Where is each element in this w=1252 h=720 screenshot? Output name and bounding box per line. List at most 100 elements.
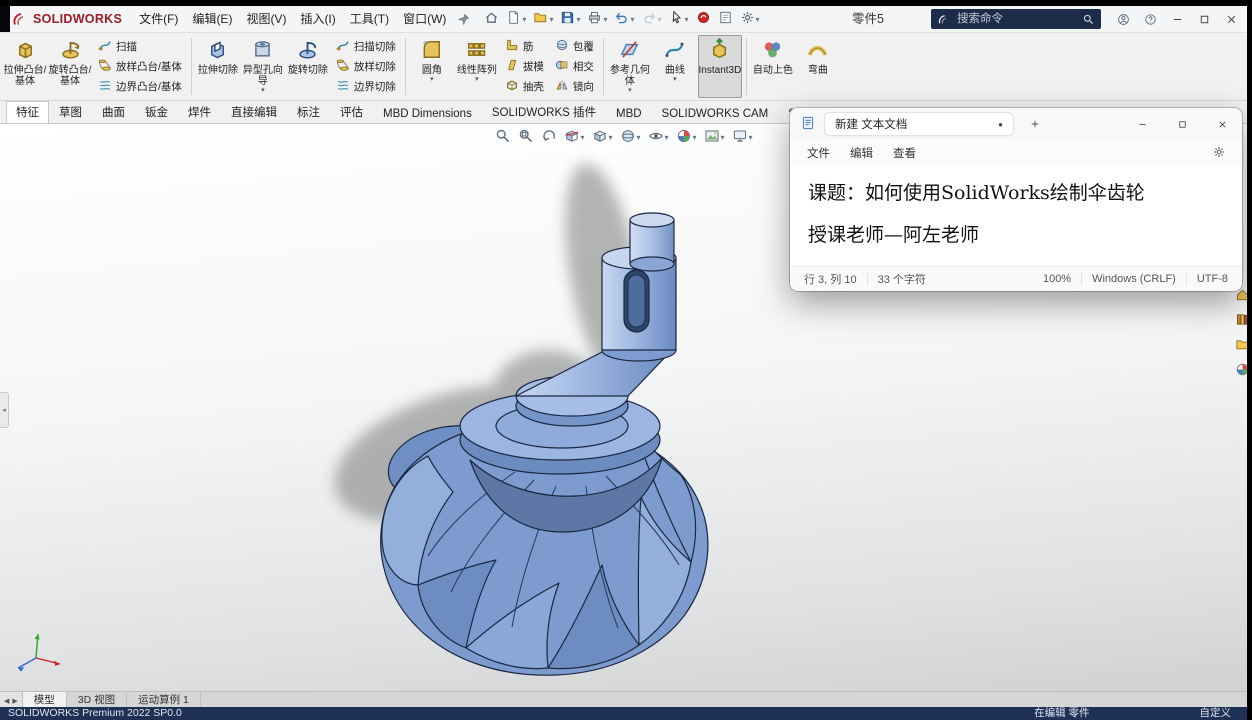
open-button[interactable] xyxy=(530,8,556,30)
ribbon-button-extruded-boss[interactable]: 拉伸凸台/基体 xyxy=(3,35,47,98)
ribbon-button-label: 镜向 xyxy=(572,81,594,93)
feature-tab-8[interactable]: MBD Dimensions xyxy=(373,105,482,123)
undo-button[interactable] xyxy=(611,8,637,30)
menubar-item-5[interactable]: 窗口(W) xyxy=(396,6,453,32)
zoom-to-fit-button[interactable] xyxy=(492,127,512,148)
minimize-button[interactable] xyxy=(1164,6,1191,32)
hide-show-items-button[interactable] xyxy=(645,127,670,148)
ribbon-button-mirror[interactable]: 镜向 xyxy=(552,77,597,96)
ribbon-button-revolved-boss[interactable]: 旋转凸台/基体 xyxy=(48,35,92,98)
search-icon[interactable] xyxy=(1082,13,1095,26)
feature-tab-6[interactable]: 标注 xyxy=(287,101,330,123)
save-button[interactable] xyxy=(557,8,583,30)
menubar-item-2[interactable]: 视图(V) xyxy=(239,6,293,32)
zoom-level[interactable]: 100% xyxy=(1033,273,1081,285)
ribbon-button-auto-shade[interactable]: 自动上色 xyxy=(751,35,795,98)
feature-tab-5[interactable]: 直接编辑 xyxy=(221,101,287,123)
notepad-close-button[interactable] xyxy=(1202,108,1242,140)
options-button[interactable] xyxy=(737,8,763,30)
new-document-button[interactable] xyxy=(503,8,529,30)
model-tab-2[interactable]: 运动算例 1 xyxy=(127,692,201,707)
bevel-gear-model[interactable] xyxy=(380,212,709,676)
ribbon-button-fillet[interactable]: 圆角 xyxy=(410,35,454,98)
file-explorer-tab[interactable] xyxy=(1235,337,1247,355)
fillet-icon xyxy=(420,38,443,64)
ribbon-button-rib[interactable]: 筋 xyxy=(502,37,547,56)
menu-pin-icon[interactable] xyxy=(453,8,473,30)
menubar-item-1[interactable]: 编辑(E) xyxy=(185,6,239,32)
help-button[interactable] xyxy=(1137,6,1164,32)
ribbon-button-shell[interactable]: 抽壳 xyxy=(502,77,547,96)
search-input[interactable] xyxy=(955,12,1077,26)
ribbon-button-label: 扫描 xyxy=(116,41,137,53)
feature-tab-10[interactable]: MBD xyxy=(606,105,652,123)
feature-tab-11[interactable]: SOLIDWORKS CAM xyxy=(652,105,779,123)
rebuild-button[interactable] xyxy=(693,8,714,30)
feature-tab-4[interactable]: 焊件 xyxy=(178,101,221,123)
ribbon-button-instant3d[interactable]: Instant3D xyxy=(697,35,742,98)
menubar-item-3[interactable]: 插入(I) xyxy=(293,6,342,32)
previous-view-button[interactable] xyxy=(538,127,558,148)
menubar-item-0[interactable]: 文件(F) xyxy=(132,6,185,32)
ribbon-button-flex[interactable]: 弯曲 xyxy=(796,35,840,98)
notepad-menu-0[interactable]: 文件 xyxy=(798,143,839,163)
ribbon-button-lofted-cut[interactable]: 放样切除 xyxy=(333,57,399,76)
notepad-document-tab[interactable]: 新建 文本文档 ● xyxy=(824,112,1014,136)
feature-tab-9[interactable]: SOLIDWORKS 插件 xyxy=(482,101,606,123)
ribbon-button-revolved-cut[interactable]: 旋转切除 xyxy=(286,35,330,98)
ribbon-button-hole-wizard[interactable]: 异型孔向导 xyxy=(241,35,285,98)
ribbon-button-swept-cut[interactable]: 扫描切除 xyxy=(333,37,399,56)
ribbon-button-curves[interactable]: 曲线 xyxy=(653,35,697,98)
zoom-to-area-button[interactable] xyxy=(515,127,535,148)
apply-scene-button[interactable] xyxy=(702,127,727,148)
encoding[interactable]: UTF-8 xyxy=(1187,273,1238,285)
feature-tab-3[interactable]: 钣金 xyxy=(135,101,178,123)
model-tab-0[interactable]: 模型 xyxy=(22,692,67,707)
panel-collapse-tab[interactable] xyxy=(0,392,9,428)
ribbon-button-reference-geometry[interactable]: 参考几何体 xyxy=(608,35,652,98)
ribbon-button-boundary-cut[interactable]: 边界切除 xyxy=(333,77,399,96)
model-tab-1[interactable]: 3D 视图 xyxy=(67,692,128,707)
view-orientation-button[interactable] xyxy=(589,127,614,148)
ribbon-button-swept-boss[interactable]: 扫描 xyxy=(95,37,185,56)
notepad-menu-2[interactable]: 查看 xyxy=(884,143,925,163)
display-style-button[interactable] xyxy=(617,127,642,148)
file-properties-button[interactable] xyxy=(715,8,736,30)
ribbon-button-intersect[interactable]: 相交 xyxy=(552,57,597,76)
scroll-left-icon[interactable] xyxy=(4,694,9,706)
feature-tab-2[interactable]: 曲面 xyxy=(92,101,135,123)
notepad-text-area[interactable]: 课题：如何使用SolidWorks绘制伞齿轮 授课老师—阿左老师 xyxy=(790,166,1242,266)
line-ending[interactable]: Windows (CRLF) xyxy=(1082,273,1186,285)
redo-button[interactable] xyxy=(639,8,665,30)
section-view-button[interactable] xyxy=(561,127,586,148)
login-button[interactable] xyxy=(1110,6,1137,32)
design-library-tab[interactable] xyxy=(1235,312,1247,330)
feature-tab-0[interactable]: 特征 xyxy=(6,101,49,123)
appearances-tab[interactable] xyxy=(1235,362,1247,380)
print-button[interactable] xyxy=(584,8,610,30)
notepad-settings-button[interactable] xyxy=(1204,145,1234,162)
ribbon-button-draft[interactable]: 拔模 xyxy=(502,57,547,76)
ribbon-button-lofted-boss[interactable]: 放样凸台/基体 xyxy=(95,57,185,76)
new-tab-button[interactable] xyxy=(1022,111,1048,137)
menubar-item-4[interactable]: 工具(T) xyxy=(343,6,396,32)
scroll-right-icon[interactable] xyxy=(12,694,17,706)
ribbon-button-boundary-boss[interactable]: 边界凸台/基体 xyxy=(95,77,185,96)
ribbon-button-extruded-cut[interactable]: 拉伸切除 xyxy=(196,35,240,98)
feature-tab-7[interactable]: 评估 xyxy=(330,101,373,123)
notepad-minimize-button[interactable] xyxy=(1122,108,1162,140)
close-button[interactable] xyxy=(1218,6,1245,32)
feature-tab-1[interactable]: 草图 xyxy=(49,101,92,123)
customize-button[interactable]: 自定义 xyxy=(1200,707,1232,720)
ribbon-button-wrap[interactable]: 包覆 xyxy=(552,37,597,56)
ribbon-button-linear-pattern[interactable]: 线性阵列 xyxy=(455,35,499,98)
notepad-menu-1[interactable]: 编辑 xyxy=(841,143,882,163)
command-search[interactable] xyxy=(931,9,1101,29)
select-cursor-button[interactable] xyxy=(666,8,692,30)
edit-appearance-button[interactable] xyxy=(674,127,699,148)
home-button[interactable] xyxy=(481,8,502,30)
ribbon-stack: 扫描放样凸台/基体 边界凸台/基体 xyxy=(93,35,187,98)
view-settings-button[interactable] xyxy=(730,127,755,148)
notepad-maximize-button[interactable] xyxy=(1162,108,1202,140)
maximize-button[interactable] xyxy=(1191,6,1218,32)
